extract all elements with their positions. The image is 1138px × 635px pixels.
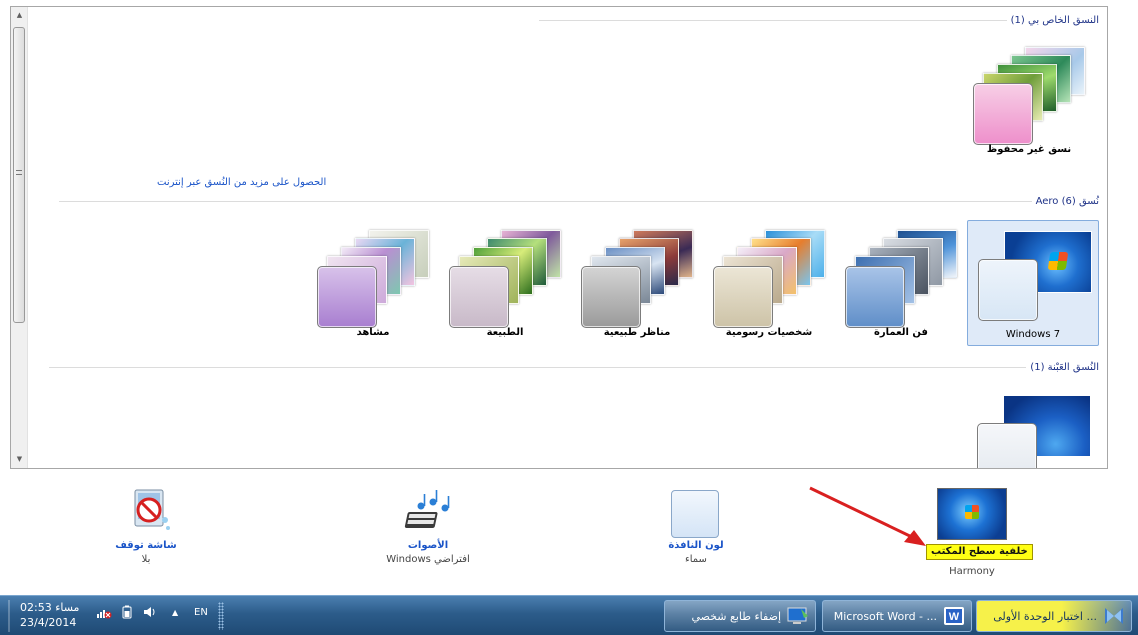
scroll-up-arrow-icon[interactable]: ▲ bbox=[11, 7, 28, 24]
theme-label: مشاهد bbox=[356, 327, 390, 338]
network-icon[interactable] bbox=[96, 605, 112, 622]
theme-label: شخصيات رسومية bbox=[725, 327, 813, 338]
scroll-thumb[interactable] bbox=[13, 27, 25, 323]
taskbar-button-label: اختبار الوحدة الأولى ... bbox=[993, 609, 1097, 623]
window-color-setting[interactable]: لون النافذة سماء bbox=[626, 488, 766, 565]
theme-label: الطبيعة bbox=[486, 327, 524, 338]
group-header-basic-themes: النُسق العَبْنة (1) bbox=[49, 360, 1099, 374]
theme-label: فن العمارة bbox=[874, 327, 928, 338]
taskbar-grip bbox=[218, 602, 224, 630]
taskbar-button-word[interactable]: Microsoft Word - ... W bbox=[822, 600, 972, 632]
screen-saver-icon bbox=[113, 488, 179, 538]
get-more-themes-online-link[interactable]: الحصول على مزيد من النُسق عبر إنترنت bbox=[157, 177, 326, 188]
svg-text:W: W bbox=[949, 611, 960, 623]
theme-preview bbox=[315, 228, 431, 328]
group-header-aero-themes: نُسق Aero (6) bbox=[59, 194, 1099, 208]
theme-preview bbox=[976, 229, 1092, 325]
theme-nature[interactable]: الطبيعة bbox=[439, 220, 571, 346]
personalize-icon bbox=[787, 606, 809, 626]
taskbar-button-label: Microsoft Word - ... bbox=[833, 609, 937, 623]
theme-preview bbox=[579, 228, 695, 328]
theme-unsaved[interactable]: نسق غير محفوظ bbox=[963, 37, 1095, 163]
sounds-setting[interactable]: الأصوات افتراضي Windows bbox=[358, 488, 498, 565]
theme-windows-7[interactable]: Windows 7 bbox=[967, 220, 1099, 346]
theme-preview bbox=[971, 45, 1087, 145]
window-color-value: سماء bbox=[685, 554, 707, 565]
word-icon: W bbox=[943, 606, 965, 626]
theme-architecture[interactable]: فن العمارة bbox=[835, 220, 967, 346]
start-orb-icon bbox=[1103, 606, 1125, 626]
vertical-scrollbar[interactable]: ▲ ▼ bbox=[11, 7, 28, 468]
taskbar: اختبار الوحدة الأولى ... Microsoft Word … bbox=[0, 595, 1138, 635]
window-color-icon bbox=[663, 488, 729, 538]
taskbar-button-label: إضفاء طابع شخصي bbox=[691, 609, 781, 623]
desktop-background-value: Harmony bbox=[949, 566, 995, 577]
theme-windows-7-basic[interactable] bbox=[967, 385, 1099, 468]
theme-characters[interactable]: شخصيات رسومية bbox=[703, 220, 835, 346]
battery-icon[interactable] bbox=[120, 605, 134, 622]
color-swatch bbox=[977, 423, 1037, 468]
clock-time: 02:53 مساء bbox=[20, 601, 80, 614]
theme-preview bbox=[711, 228, 827, 328]
window-color-title: لون النافذة bbox=[668, 540, 724, 551]
group-header-my-themes: النسق الخاص بي (1) bbox=[539, 13, 1099, 27]
theme-preview bbox=[975, 393, 1091, 468]
theme-scenes[interactable]: مشاهد bbox=[307, 220, 439, 346]
theme-label: مناظر طبيعية bbox=[603, 327, 671, 338]
sounds-value: افتراضي Windows bbox=[386, 554, 470, 565]
group-title: النُسق العَبْنة (1) bbox=[1030, 361, 1099, 373]
color-swatch bbox=[581, 266, 641, 328]
personalization-window: ▲ ▼ النسق الخاص بي (1) نسق غير محفوظ الح… bbox=[0, 0, 1138, 635]
color-swatch bbox=[317, 266, 377, 328]
taskbar-button-personalize[interactable]: إضفاء طابع شخصي bbox=[664, 600, 816, 632]
theme-landscapes[interactable]: مناظر طبيعية bbox=[571, 220, 703, 346]
language-indicator[interactable]: EN bbox=[194, 607, 208, 618]
theme-label: نسق غير محفوظ bbox=[986, 144, 1072, 155]
annotation-arrow-icon bbox=[809, 486, 926, 546]
clock[interactable]: 02:53 مساء 23/4/2014 bbox=[20, 600, 79, 630]
desktop-background-tooltip: خلفية سطح المكتب bbox=[926, 544, 1033, 560]
taskbar-button-quiz[interactable]: اختبار الوحدة الأولى ... bbox=[976, 600, 1132, 632]
screen-saver-title: شاشة توقف bbox=[115, 540, 177, 551]
screen-saver-value: بلا bbox=[141, 554, 151, 565]
theme-list-panel: ▲ ▼ النسق الخاص بي (1) نسق غير محفوظ الح… bbox=[10, 6, 1108, 469]
screen-saver-setting[interactable]: شاشة توقف بلا bbox=[76, 488, 216, 565]
show-hidden-icons-button[interactable]: ▲ bbox=[172, 608, 178, 617]
desktop-background-icon bbox=[937, 488, 1007, 540]
color-swatch bbox=[978, 259, 1038, 321]
theme-preview bbox=[843, 228, 959, 328]
clock-date: 23/4/2014 bbox=[20, 616, 77, 629]
volume-icon[interactable] bbox=[142, 605, 156, 622]
scroll-down-arrow-icon[interactable]: ▼ bbox=[11, 451, 28, 468]
color-swatch bbox=[449, 266, 509, 328]
theme-preview bbox=[447, 228, 563, 328]
sounds-title: الأصوات bbox=[407, 540, 449, 551]
color-swatch bbox=[973, 83, 1033, 145]
sounds-icon bbox=[395, 488, 461, 538]
color-swatch bbox=[713, 266, 773, 328]
group-title: نُسق Aero (6) bbox=[1035, 195, 1099, 207]
theme-label: Windows 7 bbox=[1005, 329, 1061, 340]
group-title: النسق الخاص بي (1) bbox=[1010, 14, 1099, 26]
color-swatch bbox=[845, 266, 905, 328]
windows-logo-icon bbox=[1047, 252, 1069, 270]
